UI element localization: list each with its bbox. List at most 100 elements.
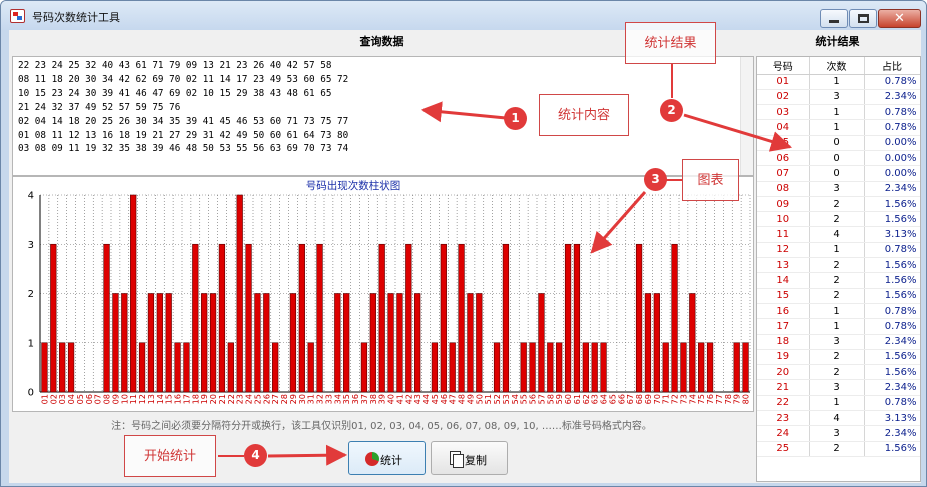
bar	[440, 243, 447, 393]
callout-badge-3: 3	[644, 168, 667, 191]
bar	[218, 243, 226, 393]
query-data-textarea[interactable]: 22 23 24 25 32 40 43 61 71 79 09 13 21 2…	[12, 56, 754, 176]
maximize-button[interactable]	[849, 9, 877, 28]
maximize-icon	[858, 14, 869, 23]
bar	[289, 293, 297, 393]
column-header-count[interactable]: 次数	[809, 57, 865, 75]
callout-badge-4: 4	[244, 444, 267, 467]
table-row[interactable]: 14 2 1.56%	[757, 272, 920, 289]
table-row[interactable]: 22 1 0.78%	[757, 395, 920, 412]
table-row[interactable]: 15 2 1.56%	[757, 288, 920, 304]
bar	[573, 243, 581, 393]
pie-chart-icon	[365, 452, 379, 466]
table-row[interactable]: 06 0 0.00%	[757, 150, 920, 167]
table-row[interactable]: 03 1 0.78%	[757, 104, 920, 121]
number-cell: 06	[757, 150, 810, 167]
bar	[298, 243, 305, 393]
ratio-cell: 2.34%	[864, 89, 920, 106]
stat-button[interactable]: 统计	[348, 441, 426, 475]
table-row[interactable]: 24 3 2.34%	[757, 425, 920, 442]
ratio-cell: 1.56%	[864, 272, 920, 289]
number-cell: 15	[757, 288, 810, 304]
bar	[316, 243, 323, 393]
ratio-cell: 0.78%	[864, 74, 920, 90]
number-cell: 20	[757, 364, 810, 381]
bar	[192, 243, 199, 393]
bar	[547, 342, 554, 393]
bar	[396, 293, 403, 393]
minimize-button[interactable]	[820, 9, 848, 28]
table-row[interactable]: 12 1 0.78%	[757, 242, 920, 259]
ratio-cell: 2.34%	[864, 425, 920, 442]
table-row[interactable]: 09 2 1.56%	[757, 196, 920, 213]
table-row[interactable]: 21 3 2.34%	[757, 379, 920, 396]
ratio-cell: 1.56%	[864, 349, 920, 366]
count-cell: 3	[809, 425, 865, 442]
close-button[interactable]: ✕	[878, 9, 921, 28]
bar	[245, 243, 252, 393]
table-row[interactable]: 07 0 0.00%	[757, 165, 920, 182]
table-row[interactable]: 23 4 3.13%	[757, 410, 920, 427]
table-row[interactable]: 02 3 2.34%	[757, 89, 920, 106]
number-cell: 10	[757, 211, 810, 228]
count-cell: 0	[809, 150, 865, 167]
bar	[431, 342, 439, 393]
number-cell: 22	[757, 395, 810, 412]
bar	[689, 293, 696, 393]
count-cell: 1	[809, 242, 865, 259]
bar	[138, 342, 146, 393]
count-cell: 3	[809, 379, 865, 396]
column-header-number[interactable]: 号码	[757, 57, 810, 75]
ratio-cell: 0.00%	[864, 150, 920, 167]
bar	[360, 342, 368, 393]
title-bar[interactable]: 号码次数统计工具 ✕	[1, 1, 926, 30]
number-cell: 12	[757, 242, 810, 259]
count-cell: 2	[809, 288, 865, 304]
bar	[183, 342, 190, 393]
count-cell: 1	[809, 318, 865, 335]
table-row[interactable]: 25 2 1.56%	[757, 441, 920, 457]
y-tick-label: 4	[28, 191, 34, 202]
bar	[165, 293, 172, 393]
ratio-cell: 0.78%	[864, 318, 920, 335]
y-tick-label: 2	[28, 289, 34, 300]
number-cell: 16	[757, 303, 810, 320]
number-cell: 21	[757, 379, 810, 396]
close-icon: ✕	[894, 11, 905, 26]
count-cell: 2	[809, 441, 865, 457]
table-row[interactable]: 17 1 0.78%	[757, 318, 920, 335]
bar	[112, 293, 119, 393]
table-row[interactable]: 20 2 1.56%	[757, 364, 920, 381]
table-row[interactable]: 16 1 0.78%	[757, 303, 920, 320]
y-tick-label: 1	[28, 338, 34, 349]
table-row[interactable]: 01 1 0.78%	[757, 74, 920, 90]
table-row[interactable]: 11 4 3.13%	[757, 226, 920, 243]
ratio-cell: 1.56%	[864, 196, 920, 213]
table-row[interactable]: 10 2 1.56%	[757, 211, 920, 228]
table-row[interactable]: 18 3 2.34%	[757, 334, 920, 350]
table-row[interactable]: 05 0 0.00%	[757, 135, 920, 151]
number-cell: 01	[757, 74, 810, 90]
bar	[644, 293, 652, 393]
count-cell: 2	[809, 196, 865, 213]
result-grid[interactable]: 号码 次数 占比 01 1 0.78% 02 3 2.34% 03 1 0.78% 04 1 0.78…	[756, 56, 921, 482]
bar	[458, 243, 465, 393]
bar	[520, 342, 527, 393]
ratio-cell: 1.56%	[864, 364, 920, 381]
table-row[interactable]: 13 2 1.56%	[757, 257, 920, 274]
table-row[interactable]: 08 3 2.34%	[757, 181, 920, 197]
count-cell: 1	[809, 104, 865, 121]
y-tick-label: 3	[28, 240, 34, 251]
number-cell: 17	[757, 318, 810, 335]
copy-button[interactable]: 复制	[431, 441, 508, 475]
app-window: 号码次数统计工具 ✕ 查询数据 统计结果 22 23 24 25 32 40 4…	[0, 0, 927, 487]
bar	[529, 342, 536, 393]
bar	[121, 293, 128, 393]
table-row[interactable]: 19 2 1.56%	[757, 349, 920, 366]
table-row[interactable]: 04 1 0.78%	[757, 119, 920, 136]
count-cell: 0	[809, 165, 865, 182]
bar	[414, 293, 421, 393]
textarea-scrollbar[interactable]	[740, 57, 753, 175]
column-header-ratio[interactable]: 占比	[864, 57, 920, 75]
ratio-cell: 2.34%	[864, 379, 920, 396]
